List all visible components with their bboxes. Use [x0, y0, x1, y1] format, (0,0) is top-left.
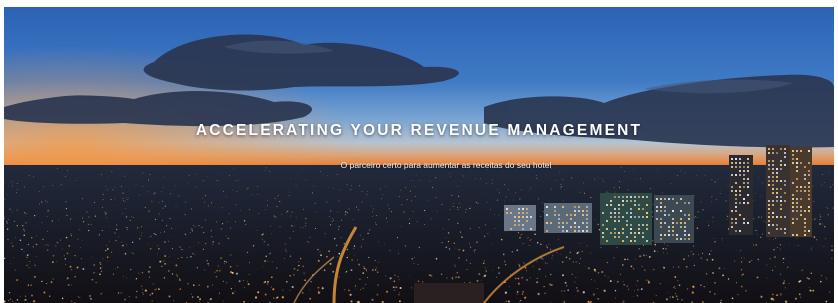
page-frame: ACCELERATING YOUR REVENUE MANAGEMENT O p…	[0, 0, 838, 303]
hero-banner: ACCELERATING YOUR REVENUE MANAGEMENT O p…	[4, 7, 834, 303]
hero-headline: ACCELERATING YOUR REVENUE MANAGEMENT	[195, 122, 643, 139]
hero-subline: O parceiro certo para aumentar as receit…	[340, 160, 552, 170]
city-skyline-background	[4, 7, 834, 303]
